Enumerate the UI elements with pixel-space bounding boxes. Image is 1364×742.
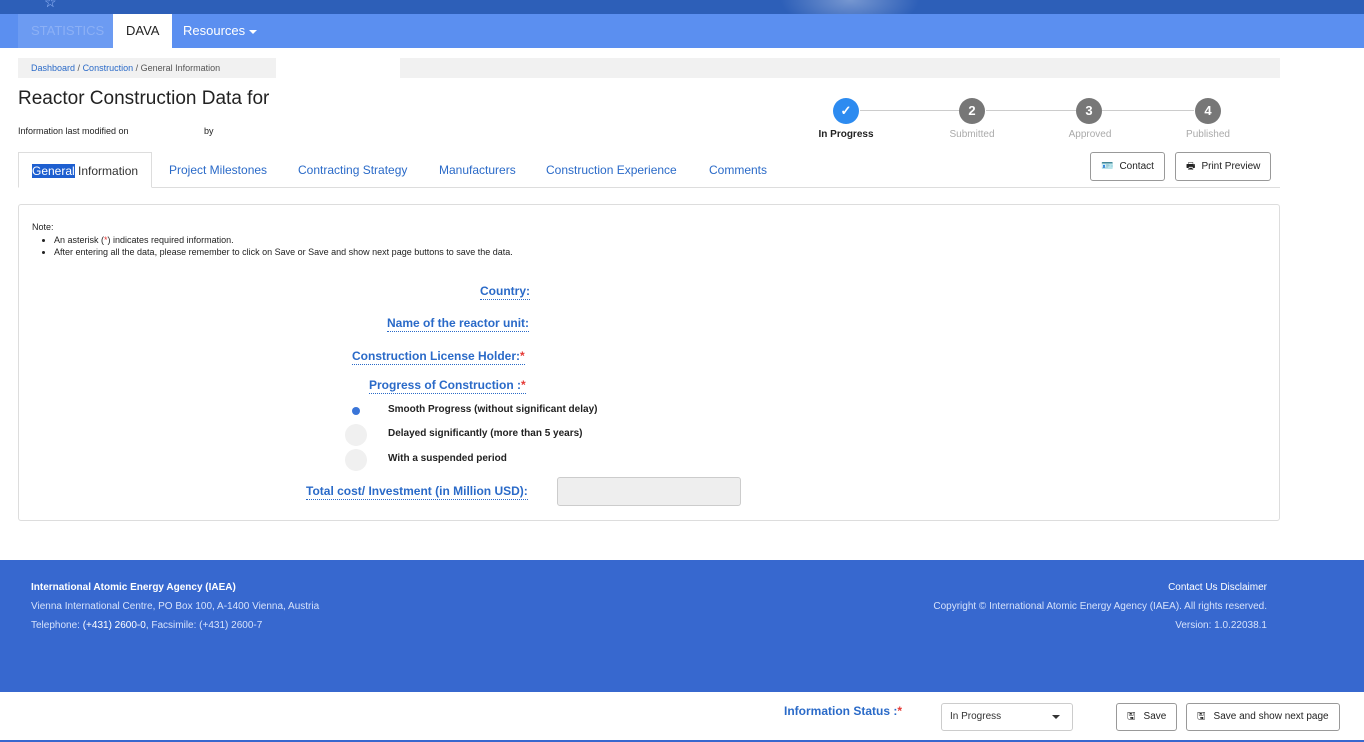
- footer-address: Vienna International Centre, PO Box 100,…: [31, 601, 320, 612]
- note-text: ) indicates required information.: [107, 235, 234, 245]
- note-box: Note: An asterisk (*) indicates required…: [32, 222, 513, 258]
- step-label-submitted: Submitted: [949, 129, 995, 140]
- footer-fax: , Facsimile: (+431) 2600-7: [145, 620, 263, 631]
- nav-resources-label: Resources: [183, 23, 246, 38]
- step-in-progress-icon: ✓: [833, 98, 859, 124]
- progress-option-label: Delayed significantly (more than 5 years…: [388, 428, 583, 439]
- printer-icon: 🖶: [1186, 161, 1196, 172]
- nav-dava[interactable]: DAVA: [113, 14, 173, 48]
- contact-button[interactable]: 🪪 Contact: [1090, 152, 1165, 181]
- save-next-button-label: Save and show next page: [1213, 711, 1329, 722]
- total-cost-label: Total cost/ Investment (in Million USD):: [306, 484, 528, 500]
- step-label-in-progress: In Progress: [818, 129, 874, 140]
- note-title: Note:: [32, 222, 54, 232]
- license-holder-text: Construction License Holder:: [352, 349, 521, 363]
- reactor-name-label: Name of the reactor unit:: [387, 316, 530, 332]
- step-submitted-number: 2: [959, 98, 985, 124]
- footer-tel-label: Telephone:: [31, 620, 83, 631]
- modified-by-label: by: [204, 126, 214, 136]
- radio-button[interactable]: [345, 449, 367, 471]
- radio-button-checked[interactable]: [345, 400, 367, 422]
- progress-option-label: With a suspended period: [388, 453, 507, 464]
- step-label-published: Published: [1186, 129, 1230, 140]
- nav-statistics[interactable]: STATISTICS: [18, 14, 118, 48]
- required-star: *: [520, 349, 525, 363]
- footer: International Atomic Energy Agency (IAEA…: [0, 560, 1364, 692]
- information-status-select[interactable]: In Progress: [941, 703, 1073, 731]
- tab-comments[interactable]: Comments: [709, 152, 767, 188]
- tab-contracting-strategy[interactable]: Contracting Strategy: [298, 152, 407, 188]
- breadcrumb: Dashboard / Construction / General Infor…: [18, 58, 1280, 78]
- banner-glow: [780, 0, 920, 14]
- footer-phone: Telephone: (+431) 2600-0, Facsimile: (+4…: [31, 616, 319, 635]
- floppy-disk-icon: 🖫: [1197, 711, 1206, 722]
- tab-manufacturers[interactable]: Manufacturers: [439, 152, 516, 188]
- country-label: Country:: [480, 284, 530, 300]
- nav-resources[interactable]: Resources: [170, 14, 270, 48]
- star-icon: ☆: [44, 0, 57, 10]
- save-button[interactable]: 🖫 Save: [1116, 703, 1178, 731]
- note-text: An asterisk (: [54, 235, 105, 245]
- status-select-value: In Progress: [950, 711, 1002, 722]
- stepper-connector: [986, 110, 1076, 111]
- progress-label: Progress of Construction :*: [369, 378, 526, 394]
- print-preview-label: Print Preview: [1201, 161, 1261, 172]
- status-label-text: Information Status :: [784, 704, 898, 718]
- step-approved-number: 3: [1076, 98, 1102, 124]
- top-banner: ☆: [0, 0, 1364, 14]
- print-preview-button[interactable]: 🖶 Print Preview: [1175, 152, 1272, 181]
- breadcrumb-current: General Information: [140, 63, 221, 73]
- save-button-label: Save: [1143, 711, 1167, 722]
- breadcrumb-construction[interactable]: Construction: [83, 63, 134, 73]
- floppy-disk-icon: 🖫: [1127, 711, 1136, 722]
- step-published-number: 4: [1195, 98, 1221, 124]
- status-stepper: ✓ In Progress 2 Submitted 3 Approved 4 P…: [800, 96, 1270, 144]
- note-item-required: An asterisk (*) indicates required infor…: [54, 234, 513, 246]
- contact-card-icon: 🪪: [1101, 161, 1114, 172]
- total-cost-input[interactable]: [557, 477, 741, 506]
- footer-tel-number: (+431) 2600-0: [82, 620, 146, 631]
- footer-contact-info: International Atomic Energy Agency (IAEA…: [31, 578, 319, 635]
- save-next-button[interactable]: 🖫 Save and show next page: [1186, 703, 1340, 731]
- stepper-connector: [1102, 110, 1194, 111]
- general-information-form: Note: An asterisk (*) indicates required…: [18, 204, 1280, 521]
- footer-version: Version: 1.0.22038.1: [1175, 620, 1267, 631]
- footer-copyright: Copyright © International Atomic Energy …: [933, 601, 1267, 612]
- radio-button[interactable]: [345, 424, 367, 446]
- footer-legal: Contact Us Disclaimer Copyright © Intern…: [933, 578, 1267, 635]
- required-star: *: [521, 378, 526, 392]
- chevron-down-icon: [1052, 715, 1060, 719]
- note-item-save: After entering all the data, please reme…: [54, 246, 513, 258]
- tab-general-information[interactable]: General Information: [18, 152, 153, 188]
- bottom-action-bar: Information Status :* In Progress 🖫 Save …: [0, 692, 1364, 742]
- last-modified-info: Information last modified on by: [18, 126, 214, 136]
- information-status-label: Information Status :*: [784, 704, 902, 718]
- breadcrumb-blank: [276, 58, 400, 78]
- tab-general-highlight: General: [32, 164, 75, 178]
- page-title: Reactor Construction Data for: [18, 88, 270, 109]
- modified-label: Information last modified on: [18, 126, 129, 136]
- contact-button-label: Contact: [1119, 161, 1154, 172]
- navbar: STATISTICS DAVA Resources: [0, 14, 1364, 48]
- required-star: *: [897, 704, 903, 718]
- footer-links[interactable]: Contact Us Disclaimer: [933, 578, 1267, 597]
- step-label-approved: Approved: [1068, 129, 1112, 140]
- tab-construction-experience[interactable]: Construction Experience: [546, 152, 677, 188]
- footer-org-name: International Atomic Energy Agency (IAEA…: [31, 582, 236, 593]
- caret-down-icon: [249, 29, 258, 34]
- stepper-connector: [860, 110, 960, 111]
- breadcrumb-dashboard[interactable]: Dashboard: [31, 63, 75, 73]
- progress-label-text: Progress of Construction :: [369, 378, 522, 392]
- progress-option-label: Smooth Progress (without significant del…: [388, 404, 598, 415]
- tab-general-rest: Information: [74, 164, 139, 178]
- tab-project-milestones[interactable]: Project Milestones: [169, 152, 267, 188]
- license-holder-label: Construction License Holder:*: [352, 349, 525, 365]
